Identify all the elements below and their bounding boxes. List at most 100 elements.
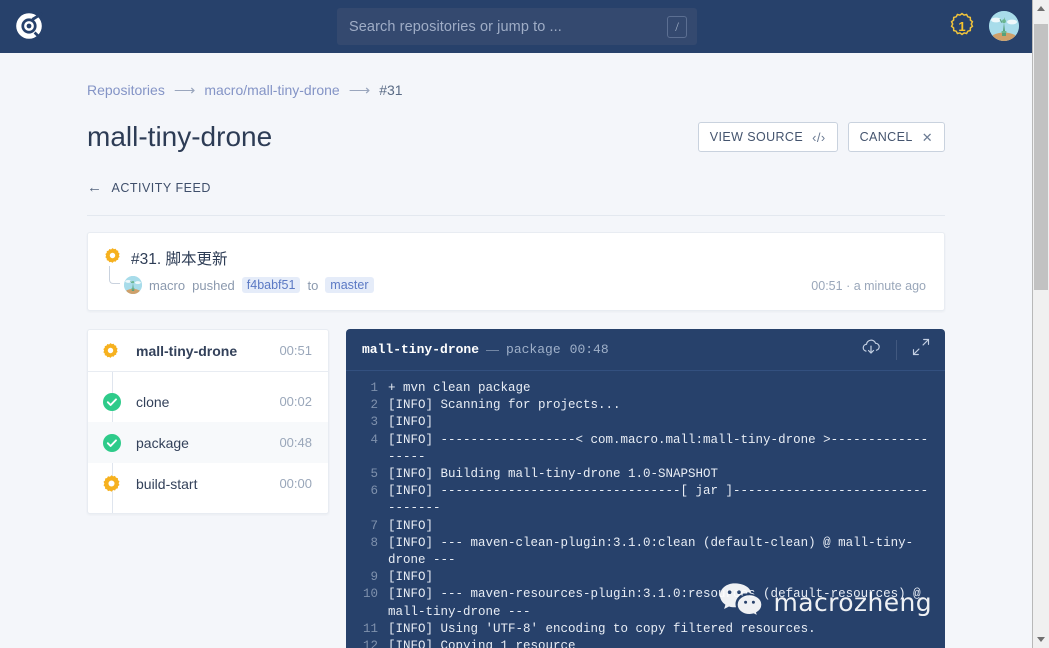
app-root: Search repositories or jump to ... / 1 R… (0, 0, 1049, 648)
log-line-number: 3 (370, 415, 378, 430)
breadcrumb-separator-icon: ⟶ (348, 82, 371, 99)
breadcrumb-item-repositories[interactable]: Repositories (87, 82, 165, 98)
gear-running-icon (102, 474, 124, 493)
sidebar-item-build-start[interactable]: build-start 00:00 (88, 463, 328, 504)
build-timestamp: 00:51 · a minute ago (811, 279, 926, 293)
log-line-text: [INFO] (388, 415, 434, 430)
drone-logo-icon[interactable] (14, 11, 44, 41)
cancel-label: CANCEL (859, 130, 913, 144)
log-line-text: [INFO] --- maven-clean-plugin:3.1.0:clea… (388, 535, 914, 568)
step-label: clone (136, 393, 170, 410)
content-inner: Repositories ⟶ macro/mall-tiny-drone ⟶ #… (87, 53, 945, 648)
log-header-icons (860, 336, 931, 363)
steps-list: clone 00:02 package 00:48 build-start 00… (88, 372, 328, 513)
log-line: 4 [INFO] ------------------< com.macro.m… (346, 432, 945, 466)
log-line-number: 12 (362, 639, 378, 648)
scroll-up-arrow-icon[interactable] (1033, 0, 1049, 17)
code-brackets-icon: ‹/› (812, 129, 826, 145)
page-title: mall-tiny-drone (87, 121, 273, 152)
activity-feed-label: ACTIVITY FEED (111, 180, 211, 195)
page-scrollbar[interactable] (1032, 0, 1049, 648)
build-head: #31. 脚本更新 (104, 247, 926, 269)
log-line-text: [INFO] Using 'UTF-8' encoding to copy fi… (388, 621, 816, 636)
avatar[interactable] (989, 11, 1019, 41)
log-line-text: [INFO] Copying 1 resource (388, 639, 576, 648)
cancel-button[interactable]: CANCEL ✕ (847, 122, 945, 152)
log-line-number: 6 (370, 484, 378, 499)
log-line-number: 11 (362, 621, 378, 636)
build-commit-row: macro pushed f4babf51 to master (104, 266, 926, 294)
step-time: 00:02 (279, 394, 312, 409)
log-line-number: 1 (370, 381, 378, 395)
log-line-number: 7 (370, 518, 378, 533)
log-repo-name: mall-tiny-drone (362, 342, 480, 357)
log-step-time: 00:48 (569, 342, 609, 357)
log-line-number: 2 (370, 398, 378, 413)
step-label: package (136, 434, 189, 451)
log-line: 10 [INFO] --- maven-resources-plugin:3.1… (346, 586, 945, 620)
search-placeholder-text: Search repositories or jump to ... (349, 18, 562, 35)
breadcrumb: Repositories ⟶ macro/mall-tiny-drone ⟶ #… (87, 53, 945, 99)
build-title: #31. 脚本更新 (131, 251, 228, 268)
header-icon-divider (896, 339, 897, 360)
log-panel: mall-tiny-drone — package 00:48 1 + mvn … (346, 329, 945, 648)
step-time: 00:48 (279, 435, 312, 450)
notification-badge[interactable]: 1 (947, 11, 977, 41)
log-line-number: 4 (370, 432, 378, 447)
log-line: 7 [INFO] (346, 518, 945, 535)
breadcrumb-item-repo[interactable]: macro/mall-tiny-drone (204, 82, 339, 98)
log-line: 6 [INFO] -------------------------------… (346, 483, 945, 517)
navbar-right-group: 1 (947, 11, 1019, 41)
log-step-name: package (506, 342, 561, 357)
scroll-down-arrow-icon[interactable] (1033, 631, 1049, 648)
view-source-button[interactable]: VIEW SOURCE ‹/› (697, 122, 838, 152)
log-line-number: 9 (370, 570, 378, 585)
log-line-text: [INFO] (388, 518, 434, 533)
sidebar-item-clone[interactable]: clone 00:02 (88, 381, 328, 422)
header-divider (87, 215, 945, 216)
log-output[interactable]: 1 + mvn clean package 2 [INFO] Scanning … (346, 371, 945, 648)
breadcrumb-item-build: #31 (379, 82, 403, 98)
log-line-text: + mvn clean package (388, 381, 531, 395)
view-source-label: VIEW SOURCE (709, 130, 804, 144)
page-content: Repositories ⟶ macro/mall-tiny-drone ⟶ #… (0, 53, 1032, 648)
build-summary-card[interactable]: #31. 脚本更新 macro pushed f4babf51 to maste… (87, 232, 945, 311)
scrollbar-thumb[interactable] (1034, 24, 1048, 290)
activity-feed-link[interactable]: ← ACTIVITY FEED (87, 179, 945, 196)
log-line: 9 [INFO] (346, 569, 945, 586)
check-success-icon (102, 392, 124, 412)
search-shortcut-key: / (667, 15, 687, 38)
top-navbar: Search repositories or jump to ... / 1 (0, 0, 1032, 53)
log-line: 2 [INFO] Scanning for projects... (346, 397, 945, 414)
steps-header-time: 00:51 (279, 343, 312, 358)
cloud-download-icon[interactable] (860, 336, 882, 363)
log-line-text: [INFO] Building mall-tiny-drone 1.0-SNAP… (388, 467, 719, 482)
time-separator: · (846, 279, 851, 293)
log-line-number: 8 (370, 535, 378, 550)
commit-author: macro (149, 277, 186, 293)
page-header-row: mall-tiny-drone VIEW SOURCE ‹/› CANCEL ✕ (87, 121, 945, 153)
sidebar-item-package[interactable]: package 00:48 (88, 422, 328, 463)
log-line-text: [INFO] --------------------------------[… (388, 484, 929, 516)
breadcrumb-separator-icon: ⟶ (173, 82, 196, 99)
commit-preposition: to (307, 277, 319, 293)
branch-chip[interactable]: master (325, 277, 374, 293)
header-actions: VIEW SOURCE ‹/› CANCEL ✕ (697, 122, 945, 152)
page-viewport: Search repositories or jump to ... / 1 R… (0, 0, 1032, 648)
log-line: 1 + mvn clean package (346, 380, 945, 397)
log-line: 12 [INFO] Copying 1 resource (346, 638, 945, 648)
expand-arrows-icon[interactable] (911, 337, 931, 362)
log-line: 11 [INFO] Using 'UTF-8' encoding to copy… (346, 621, 945, 638)
build-detail-area: mall-tiny-drone 00:51 clone 00:02 packag… (87, 329, 945, 648)
log-line: 5 [INFO] Building mall-tiny-drone 1.0-SN… (346, 466, 945, 483)
log-line-number: 10 (362, 587, 378, 602)
log-line: 3 [INFO] (346, 414, 945, 431)
commit-hash-chip[interactable]: f4babf51 (241, 277, 301, 293)
log-line-text: [INFO] --- maven-resources-plugin:3.1.0:… (388, 587, 929, 619)
notification-count: 1 (958, 18, 966, 34)
step-time: 00:00 (279, 476, 312, 491)
search-input[interactable]: Search repositories or jump to ... / (337, 8, 697, 45)
gear-running-icon (102, 342, 124, 359)
steps-header-row[interactable]: mall-tiny-drone 00:51 (88, 330, 328, 372)
log-line-number: 5 (370, 467, 378, 482)
